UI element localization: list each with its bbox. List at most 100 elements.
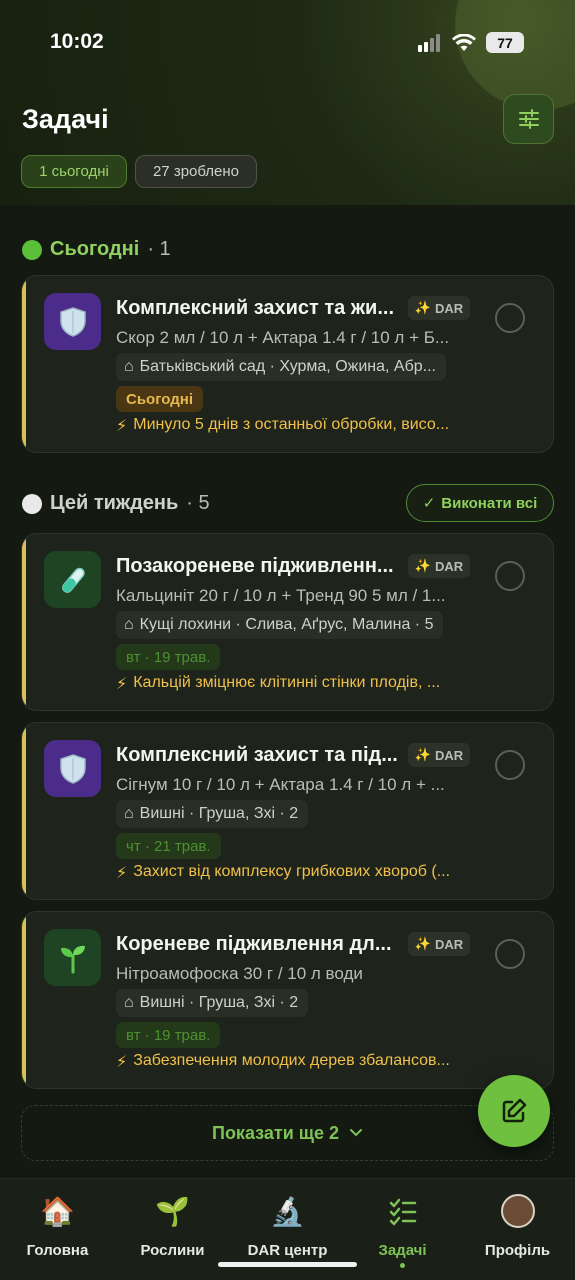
reason-label: Забезпечення молодих дерев збалансов... <box>133 1052 450 1069</box>
lightning-icon: ⚡ <box>116 865 128 882</box>
task-title: Комплексний захист та жи... <box>116 297 395 319</box>
task-title: Комплексний захист та під... <box>116 744 398 766</box>
dar-badge: ✨ DAR <box>408 554 470 578</box>
nav-label: Головна <box>26 1242 89 1259</box>
location-label: Вишні · Груша, Зхі · 2 <box>139 994 299 1011</box>
section-today-count: · 1 <box>147 238 171 260</box>
page-title: Задачі <box>22 104 109 134</box>
location-chip: ⌂ Батьківський сад · Хурма, Ожина, Абр... <box>116 353 446 381</box>
white-dot-icon <box>22 493 42 514</box>
shield-icon <box>44 740 101 797</box>
avatar <box>500 1194 535 1228</box>
edit-icon <box>502 1098 527 1123</box>
nav-item-home[interactable]: 🏠 Головна <box>0 1193 115 1260</box>
dar-badge: ✨ DAR <box>408 296 470 320</box>
dar-badge-label: DAR <box>435 747 464 763</box>
complete-checkbox[interactable] <box>495 303 525 333</box>
section-week-count: · 5 <box>186 492 210 514</box>
priority-bar <box>22 534 26 710</box>
nav-label: Рослини <box>140 1242 205 1259</box>
reason-label: Минуло 5 днів з останньої обробки, висо.… <box>133 416 450 433</box>
lightning-icon: ⚡ <box>116 1054 128 1071</box>
date-chip: вт · 19 трав. <box>116 644 221 670</box>
status-icons: 77 <box>418 32 524 53</box>
sparkle-icon: ✨ <box>414 300 431 315</box>
show-more-label: Показати ще 2 <box>212 1122 339 1143</box>
sliders-icon <box>518 109 539 129</box>
nav-item-plants[interactable]: 🌱 Рослини <box>115 1193 230 1260</box>
seedling-icon: 🌱 <box>155 1195 190 1227</box>
task-reason: ⚡ Захист від комплексу грибкових хвороб (… <box>116 863 468 883</box>
nav-item-profile[interactable]: Профіль <box>460 1193 575 1259</box>
complete-checkbox[interactable] <box>495 939 525 969</box>
sparkle-icon: ✨ <box>414 936 431 951</box>
section-today-label: Сьогодні <box>50 238 140 260</box>
signal-icon <box>418 33 440 52</box>
dar-badge-label: DAR <box>435 300 464 316</box>
location-label: Вишні · Груша, Зхі · 2 <box>139 805 299 822</box>
sparkle-icon: ✨ <box>414 747 431 762</box>
task-card[interactable]: Позакореневе підживленн... ✨ DAR Кальцині… <box>21 533 554 711</box>
active-indicator-dot <box>400 1263 405 1268</box>
reason-label: Кальцій зміцнює клітинні стінки плодів, … <box>133 674 441 691</box>
dar-badge: ✨ DAR <box>408 932 470 956</box>
date-chip: чт · 21 трав. <box>116 833 221 859</box>
section-week-title: Цей тиждень · 5 <box>22 492 210 515</box>
task-card[interactable]: Комплексний захист та жи... ✨ DAR Скор 2 … <box>21 275 554 453</box>
task-recipe: Скор 2 мл / 10 л + Актара 1.4 г / 10 л +… <box>116 328 450 347</box>
status-bar: 10:02 77 <box>0 0 575 85</box>
microscope-icon: 🔬 <box>270 1195 305 1227</box>
dar-badge: ✨ DAR <box>408 743 470 767</box>
task-title: Кореневе підживлення дл... <box>116 933 392 955</box>
location-label: Кущі лохини · Слива, Аґрус, Малина · 5 <box>139 616 434 633</box>
task-card[interactable]: Кореневе підживлення дл... ✨ DAR Нітроамо… <box>21 911 554 1089</box>
home-icon: ⌂ <box>124 994 134 1011</box>
task-title: Позакореневе підживленн... <box>116 555 394 577</box>
chip-today-count[interactable]: 1 сьогодні <box>21 155 127 188</box>
nav-label: Задачі <box>378 1242 427 1259</box>
section-today-title: Сьогодні · 1 <box>22 238 171 261</box>
checklist-icon <box>385 1193 421 1229</box>
status-time: 10:02 <box>50 30 104 53</box>
filter-button[interactable] <box>503 94 554 144</box>
priority-bar <box>22 912 26 1088</box>
home-icon: ⌂ <box>124 616 134 633</box>
nav-label: Профіль <box>484 1242 551 1259</box>
complete-checkbox[interactable] <box>495 750 525 780</box>
avatar-icon <box>500 1193 536 1229</box>
nav-item-dar-center[interactable]: 🔬 DAR центр <box>230 1193 345 1260</box>
date-chip: Сьогодні <box>116 386 203 412</box>
home-indicator <box>218 1262 357 1267</box>
location-chip: ⌂ Вишні · Груша, Зхі · 2 <box>116 800 309 828</box>
task-recipe: Кальциніт 20 г / 10 л + Тренд 90 5 мл / … <box>116 586 446 605</box>
task-reason: ⚡ Кальцій зміцнює клітинні стінки плодів,… <box>116 674 468 694</box>
complete-all-button[interactable]: ✓ Виконати всі <box>406 484 554 522</box>
dar-badge-label: DAR <box>435 558 464 574</box>
date-chip: вт · 19 трав. <box>116 1022 221 1048</box>
lightning-icon: ⚡ <box>116 676 128 693</box>
shield-icon <box>44 293 101 350</box>
task-recipe: Нітроамофоска 30 г / 10 л води <box>116 964 363 983</box>
nav-item-tasks[interactable]: Задачі <box>345 1193 460 1268</box>
new-task-fab[interactable] <box>478 1075 550 1147</box>
task-recipe: Сігнум 10 г / 10 л + Актара 1.4 г / 10 л… <box>116 775 445 794</box>
location-chip: ⌂ Кущі лохини · Слива, Аґрус, Малина · 5 <box>116 611 444 639</box>
task-reason: ⚡ Минуло 5 днів з останньої обробки, висо… <box>116 416 468 436</box>
task-card[interactable]: Комплексний захист та під... ✨ DAR Сігнум… <box>21 722 554 900</box>
complete-checkbox[interactable] <box>495 561 525 591</box>
show-more-button[interactable]: Показати ще 2 <box>21 1105 554 1161</box>
lightning-icon: ⚡ <box>116 418 128 435</box>
priority-bar <box>22 723 26 899</box>
house-icon: 🏠 <box>40 1195 75 1227</box>
nav-label: DAR центр <box>247 1242 328 1259</box>
chip-done-count[interactable]: 27 зроблено <box>135 155 257 188</box>
check-icon: ✓ <box>422 495 436 512</box>
green-dot-icon <box>22 239 42 260</box>
test-tube-icon <box>44 551 101 608</box>
location-chip: ⌂ Вишні · Груша, Зхі · 2 <box>116 989 309 1017</box>
dar-badge-label: DAR <box>435 936 464 952</box>
chevron-down-icon <box>349 1129 362 1137</box>
task-reason: ⚡ Забезпечення молодих дерев збалансов... <box>116 1052 468 1072</box>
battery-indicator: 77 <box>486 32 524 53</box>
location-label: Батьківський сад · Хурма, Ожина, Абр... <box>139 358 436 375</box>
